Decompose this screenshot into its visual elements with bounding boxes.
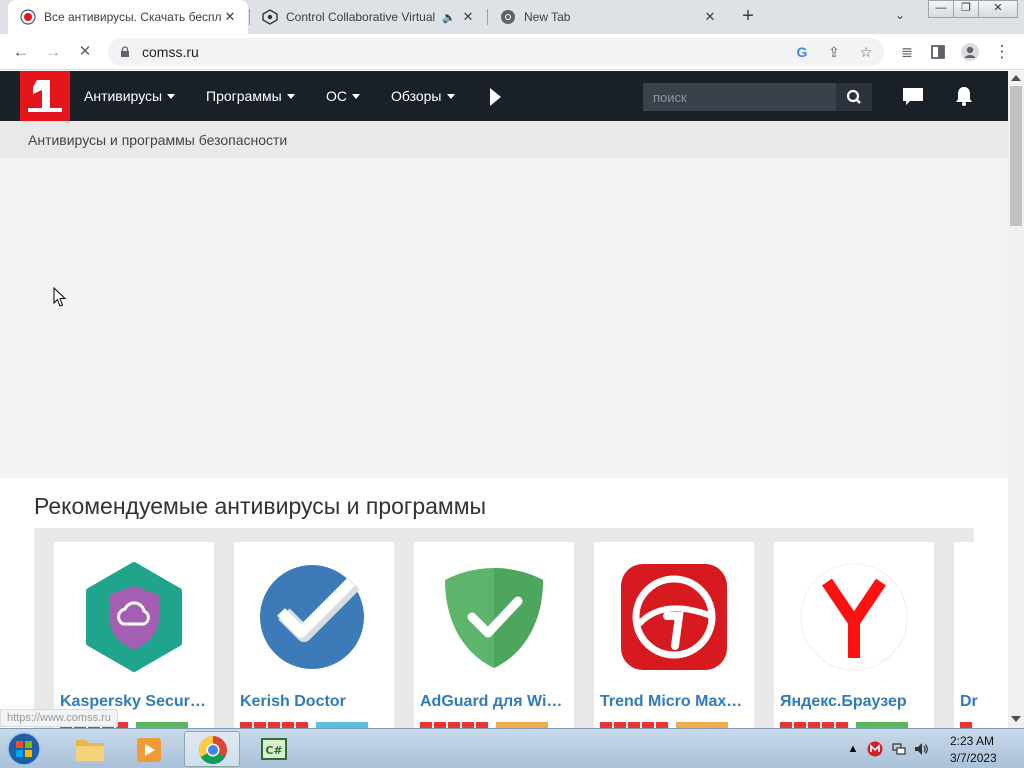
tab-close-icon[interactable]: ✕ bbox=[222, 9, 238, 25]
notifications-bell-icon[interactable] bbox=[952, 84, 976, 108]
product-name[interactable]: AdGuard для Wi… bbox=[420, 693, 570, 711]
menu-os[interactable]: ОС bbox=[326, 88, 360, 104]
caret-down-icon bbox=[446, 94, 455, 99]
trend-micro-icon bbox=[621, 564, 727, 670]
show-hidden-icons-icon[interactable]: ▲ bbox=[845, 741, 861, 757]
tab-title: Все антивирусы. Скачать беспл bbox=[44, 10, 222, 24]
taskbar-csharp-ide[interactable]: C# bbox=[246, 731, 302, 767]
breadcrumb[interactable]: Антивирусы и программы безопасности bbox=[28, 132, 287, 148]
product-card[interactable]: AdGuard для Wi… bbox=[414, 542, 574, 728]
stop-loading-button[interactable]: ✕ bbox=[74, 41, 96, 63]
tab-close-icon[interactable]: ✕ bbox=[702, 9, 718, 25]
adguard-icon bbox=[445, 568, 543, 668]
tab-control-collaborative[interactable]: Control Collaborative Virtual 🔈 ✕ bbox=[250, 0, 486, 34]
forward-button[interactable]: → bbox=[42, 41, 64, 63]
address-bar[interactable]: comss.ru G ⇪ ☆ bbox=[108, 38, 884, 66]
unity-favicon-icon bbox=[262, 9, 278, 25]
antivirus-tray-icon[interactable] bbox=[867, 741, 883, 757]
chrome-favicon-icon bbox=[501, 10, 515, 24]
site-search-input[interactable] bbox=[643, 83, 836, 111]
mouse-pointer-icon bbox=[53, 287, 67, 307]
site-header: Антивирусы Программы ОС Обзоры bbox=[0, 71, 1008, 121]
status-bar-url: https://www.comss.ru bbox=[0, 709, 118, 727]
taskbar-explorer[interactable] bbox=[62, 731, 118, 767]
comments-icon[interactable] bbox=[901, 84, 925, 108]
browser-tabstrip: Все антивирусы. Скачать беспл ✕ Control … bbox=[0, 0, 1024, 34]
profile-avatar-icon[interactable] bbox=[959, 41, 981, 63]
recommended-section: Рекомендуемые антивирусы и программы Kas… bbox=[0, 478, 1008, 728]
tab-close-icon[interactable]: ✕ bbox=[460, 9, 476, 25]
new-tab-button[interactable]: + bbox=[737, 5, 759, 27]
search-icon bbox=[846, 89, 861, 104]
tab-title: Control Collaborative Virtual bbox=[286, 10, 436, 24]
volume-icon[interactable] bbox=[913, 741, 929, 757]
page-scrollbar[interactable] bbox=[1008, 71, 1024, 728]
site-search-button[interactable] bbox=[836, 83, 872, 111]
taskbar-media-player[interactable] bbox=[122, 731, 178, 767]
reading-list-icon[interactable]: ≣ bbox=[896, 41, 918, 63]
product-card[interactable]: Trend Micro Max… bbox=[594, 542, 754, 728]
svg-text:C#: C# bbox=[265, 744, 282, 757]
product-name[interactable]: Яндекс.Браузер bbox=[780, 693, 930, 711]
tab-comss[interactable]: Все антивирусы. Скачать беспл ✕ bbox=[8, 0, 248, 34]
scroll-down-arrow-icon[interactable] bbox=[1011, 716, 1021, 722]
menu-antiviruses[interactable]: Антивирусы bbox=[84, 88, 176, 104]
speaker-icon[interactable]: 🔈 bbox=[442, 11, 456, 24]
caret-down-icon bbox=[167, 94, 176, 99]
logo-one-icon bbox=[28, 80, 62, 112]
breadcrumb-bar: Антивирусы и программы безопасности bbox=[0, 121, 1008, 158]
section-title: Рекомендуемые антивирусы и программы bbox=[34, 493, 487, 519]
back-button[interactable]: ← bbox=[10, 41, 32, 63]
menu-reviews[interactable]: Обзоры bbox=[391, 88, 455, 104]
product-name[interactable]: Dr bbox=[960, 693, 1008, 711]
windows-taskbar: C# ▲ 2:23 AM 3/7/2023 bbox=[0, 728, 1024, 768]
kerish-doctor-icon bbox=[260, 565, 364, 669]
menu-more-arrow-icon[interactable] bbox=[490, 88, 501, 106]
media-player-icon bbox=[137, 738, 161, 762]
ad-placeholder bbox=[0, 158, 1008, 478]
lock-icon bbox=[121, 46, 129, 57]
folder-icon bbox=[76, 740, 104, 761]
close-window-button[interactable]: ✕ bbox=[978, 0, 1018, 18]
product-card[interactable]: Kaspersky Secur… bbox=[54, 542, 214, 728]
yandex-browser-icon bbox=[800, 563, 908, 671]
product-card[interactable]: Яндекс.Браузер bbox=[774, 542, 934, 728]
product-name[interactable]: Kerish Doctor bbox=[240, 693, 390, 711]
tab-new-tab[interactable]: New Tab ✕ bbox=[488, 0, 728, 34]
tab-search-button[interactable]: ⌄ bbox=[895, 8, 905, 22]
product-card[interactable]: Dr bbox=[954, 542, 1008, 728]
browser-toolbar: ← → ✕ comss.ru G ⇪ ☆ ≣ ⋮ bbox=[0, 34, 1024, 70]
chrome-icon bbox=[199, 736, 227, 764]
share-icon[interactable]: ⇪ bbox=[824, 42, 844, 62]
product-card[interactable]: Kerish Doctor bbox=[234, 542, 394, 728]
restore-button[interactable]: ❐ bbox=[953, 0, 979, 18]
taskbar-chrome[interactable] bbox=[184, 731, 240, 767]
bookmark-star-icon[interactable]: ☆ bbox=[856, 42, 876, 62]
network-icon[interactable] bbox=[891, 741, 907, 757]
start-button-icon[interactable] bbox=[4, 731, 44, 767]
clock-date[interactable]: 3/7/2023 bbox=[950, 751, 997, 765]
menu-programs[interactable]: Программы bbox=[206, 88, 295, 104]
tab-title: New Tab bbox=[524, 10, 571, 24]
minimize-button[interactable]: — bbox=[928, 0, 954, 18]
csharp-icon: C# bbox=[261, 738, 287, 760]
clock-time[interactable]: 2:23 AM bbox=[950, 734, 994, 748]
kaspersky-icon bbox=[86, 562, 182, 672]
caret-down-icon bbox=[352, 94, 360, 99]
url-text: comss.ru bbox=[142, 44, 199, 60]
google-icon[interactable]: G bbox=[792, 42, 812, 62]
product-name[interactable]: Trend Micro Max… bbox=[600, 693, 750, 711]
comss-logo[interactable] bbox=[20, 71, 70, 121]
side-panel-icon[interactable] bbox=[927, 41, 949, 63]
scroll-up-arrow-icon[interactable] bbox=[1011, 75, 1021, 81]
browser-menu-icon[interactable]: ⋮ bbox=[991, 41, 1013, 63]
scrollbar-thumb[interactable] bbox=[1010, 86, 1022, 226]
caret-down-icon bbox=[286, 94, 295, 99]
comss-favicon-icon bbox=[20, 9, 36, 25]
